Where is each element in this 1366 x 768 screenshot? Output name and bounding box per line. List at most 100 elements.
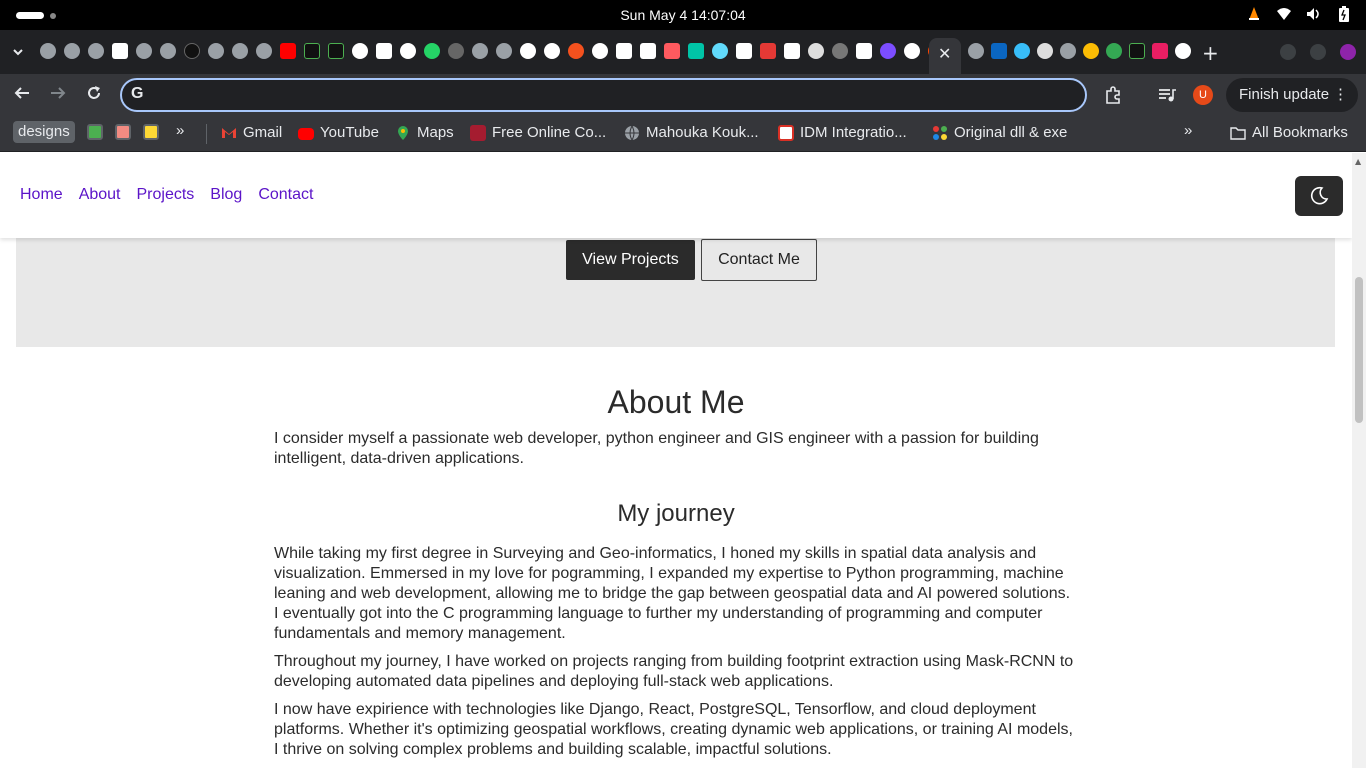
maximize-button[interactable]	[1310, 44, 1326, 60]
back-arrow-icon[interactable]	[11, 84, 33, 106]
google-tab-icon[interactable]	[352, 43, 368, 59]
bookmarks-overflow-left[interactable]: »	[176, 122, 184, 139]
reload-icon[interactable]	[83, 84, 105, 106]
profile-avatar[interactable]: U	[1193, 85, 1213, 105]
tab-favicon[interactable]	[640, 43, 656, 59]
tab-favicon[interactable]	[448, 43, 464, 59]
figma-tab-icon[interactable]	[1152, 43, 1168, 59]
idm-icon	[778, 124, 794, 141]
forward-arrow-icon[interactable]	[47, 84, 69, 106]
tab-search-chevron-icon[interactable]	[10, 44, 30, 60]
openai-tab-icon[interactable]	[904, 43, 920, 59]
scrollbar-thumb[interactable]	[1355, 277, 1363, 423]
extensions-icon[interactable]	[1103, 85, 1123, 105]
github-tab-icon[interactable]	[808, 43, 824, 59]
ask-tab-icon[interactable]	[568, 43, 584, 59]
whatsapp-tab-icon[interactable]	[424, 43, 440, 59]
os-top-bar: Sun May 4 14:07:04	[0, 0, 1366, 30]
system-clock[interactable]: Sun May 4 14:07:04	[0, 7, 1366, 23]
linkedin-tab-icon[interactable]	[991, 43, 1007, 59]
close-tab-icon[interactable]: ✕	[938, 44, 951, 63]
tab-favicon[interactable]	[688, 43, 704, 59]
wifi-icon[interactable]	[1276, 6, 1292, 22]
bookmark-maps[interactable]: Maps	[395, 124, 454, 141]
youtube-tab-icon[interactable]	[280, 43, 296, 59]
tab-favicon[interactable]	[856, 43, 872, 59]
active-tab[interactable]: ✕	[929, 38, 961, 74]
tab-favicon[interactable]	[112, 43, 128, 59]
journey-paragraph: Throughout my journey, I have worked on …	[274, 653, 1074, 690]
tab-favicon[interactable]	[64, 43, 80, 59]
tab-favicon[interactable]	[496, 43, 512, 59]
globe-icon	[624, 125, 640, 141]
view-projects-button[interactable]: View Projects	[566, 240, 695, 280]
github-tab-icon[interactable]	[520, 43, 536, 59]
media-controls-icon[interactable]	[1157, 85, 1177, 105]
nav-link-blog[interactable]: Blog	[210, 186, 242, 204]
nav-link-about[interactable]: About	[79, 186, 121, 204]
bookmark-gmail[interactable]: Gmail	[221, 124, 282, 141]
nav-link-contact[interactable]: Contact	[258, 186, 313, 204]
finish-update-button[interactable]: Finish update ⋮	[1226, 78, 1358, 112]
google-tab-icon[interactable]	[592, 43, 608, 59]
bookmark-idm-integration[interactable]: IDM Integratio...	[778, 124, 907, 141]
tab-favicon[interactable]	[88, 43, 104, 59]
nav-link-projects[interactable]: Projects	[137, 186, 195, 204]
tab-favicon[interactable]	[832, 43, 848, 59]
tab-favicon[interactable]	[208, 43, 224, 59]
vlc-icon[interactable]	[1246, 6, 1262, 22]
bookmark-green-icon[interactable]	[87, 124, 103, 140]
nav-link-home[interactable]: Home	[20, 186, 63, 204]
tab-favicon[interactable]	[304, 43, 320, 59]
tab-favicon[interactable]	[968, 43, 984, 59]
scroll-up-arrow-icon[interactable]: ▲	[1355, 157, 1361, 166]
tab-favicon[interactable]	[1129, 43, 1145, 59]
all-bookmarks-button[interactable]: All Bookmarks	[1230, 124, 1348, 141]
bookmark-folder-designs[interactable]: designs	[13, 121, 75, 143]
tab-favicon[interactable]	[184, 43, 200, 59]
omnibox-input[interactable]	[156, 84, 1056, 108]
github-tab-icon[interactable]	[1037, 43, 1053, 59]
tab-favicon[interactable]	[40, 43, 56, 59]
volume-icon[interactable]	[1306, 6, 1322, 22]
tab-favicon[interactable]	[880, 43, 896, 59]
tab-favicon[interactable]	[328, 43, 344, 59]
minimize-button[interactable]	[1280, 44, 1296, 60]
bookmarks-overflow-right[interactable]: »	[1184, 122, 1192, 139]
medium-tab-icon[interactable]	[736, 43, 752, 59]
tab-favicon[interactable]	[136, 43, 152, 59]
tab-favicon[interactable]	[256, 43, 272, 59]
bookmark-red-icon[interactable]	[115, 124, 131, 140]
tab-favicon[interactable]	[1060, 43, 1076, 59]
tab-favicon[interactable]	[784, 43, 800, 59]
tab-favicon[interactable]	[376, 43, 392, 59]
tab-favicon[interactable]	[760, 43, 776, 59]
system-tray[interactable]	[1246, 6, 1352, 22]
tab-favicon[interactable]	[616, 43, 632, 59]
close-window-button[interactable]	[1340, 44, 1356, 60]
contact-me-button[interactable]: Contact Me	[701, 239, 817, 281]
chrome-tab-icon[interactable]	[1106, 43, 1122, 59]
bookmark-yellow-icon[interactable]	[143, 124, 159, 140]
address-bar[interactable]: G	[120, 78, 1087, 112]
airbnb-tab-icon[interactable]	[664, 43, 680, 59]
openai-tab-icon[interactable]	[1175, 43, 1191, 59]
bookmark-original-dll[interactable]: Original dll & exe	[932, 124, 1067, 141]
battery-icon[interactable]	[1336, 6, 1352, 22]
dark-mode-toggle[interactable]	[1295, 176, 1343, 216]
github-tab-icon[interactable]	[544, 43, 560, 59]
more-vert-icon[interactable]: ⋮	[1333, 78, 1348, 112]
github-tab-icon[interactable]	[400, 43, 416, 59]
react-tab-icon[interactable]	[712, 43, 728, 59]
page-scrollbar[interactable]: ▲	[1352, 153, 1366, 768]
tab-favicon[interactable]	[232, 43, 248, 59]
tab-favicon[interactable]	[472, 43, 488, 59]
tailwind-tab-icon[interactable]	[1014, 43, 1030, 59]
bookmark-youtube[interactable]: YouTube	[298, 124, 379, 141]
tab-favicon[interactable]	[160, 43, 176, 59]
new-tab-button[interactable]: +	[1202, 41, 1219, 65]
tab-favicon[interactable]	[1083, 43, 1099, 59]
bookmarks-bar: designs » Gmail YouTube Maps Free Online…	[0, 116, 1366, 152]
bookmark-mahouka[interactable]: Mahouka Kouk...	[624, 124, 759, 141]
bookmark-free-online-courses[interactable]: Free Online Co...	[470, 124, 606, 141]
